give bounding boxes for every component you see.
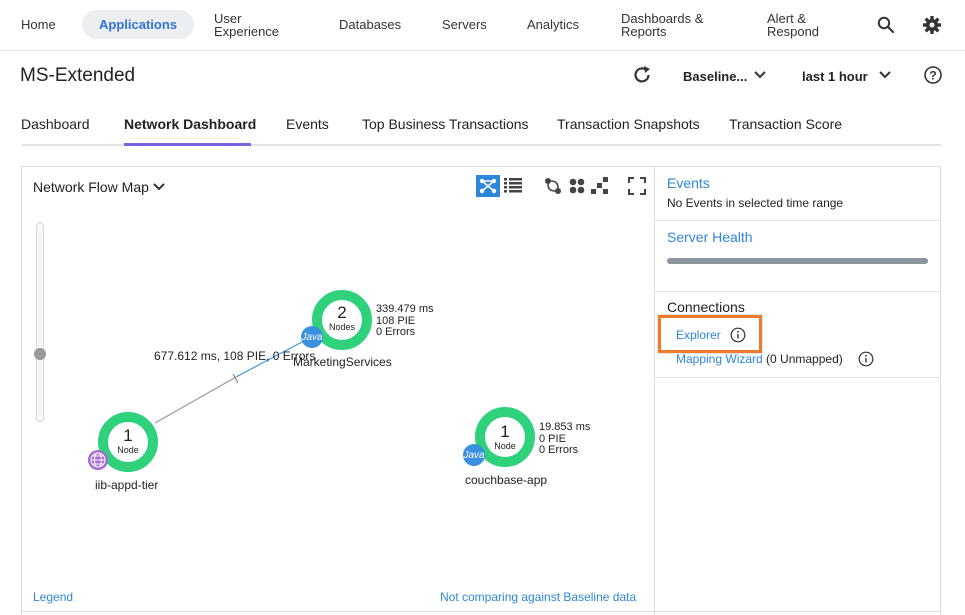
info-icon[interactable]: [730, 327, 746, 343]
java-badge-label: Java: [301, 332, 323, 343]
server-health-link[interactable]: Server Health: [667, 229, 753, 245]
connections-section: Connections Explorer Mapping Wizard (0 U…: [655, 292, 941, 378]
chevron-down-icon[interactable]: [753, 70, 767, 80]
top-navigation: Home Applications User Experience Databa…: [0, 0, 965, 51]
events-link[interactable]: Events: [667, 175, 710, 191]
tab-network-dashboard[interactable]: Network Dashboard: [124, 116, 256, 132]
mapping-wizard-row: Mapping Wizard (0 Unmapped): [676, 352, 843, 366]
svg-text:?: ?: [929, 69, 936, 83]
nav-home[interactable]: Home: [21, 18, 56, 31]
connections-title: Connections: [667, 299, 745, 315]
baseline-dropdown[interactable]: Baseline...: [683, 68, 747, 86]
refresh-icon[interactable]: [631, 64, 653, 86]
page-title: MS-Extended: [20, 65, 136, 86]
server-health-bar: [667, 258, 928, 264]
java-badge-label: Java: [463, 450, 485, 461]
help-icon[interactable]: ?: [923, 65, 943, 85]
active-tab-indicator: [124, 143, 251, 146]
node-name[interactable]: couchbase-app: [465, 473, 547, 487]
node-count: 2: [337, 303, 347, 322]
legend-link[interactable]: Legend: [33, 590, 73, 604]
nav-dashboards-reports[interactable]: Dashboards & Reports: [621, 12, 703, 38]
node-stat-response: 339.479 ms: [376, 303, 434, 315]
connection-line[interactable]: [154, 376, 237, 424]
node-unit: Node: [117, 445, 139, 455]
gear-icon[interactable]: [922, 15, 942, 35]
search-icon[interactable]: [877, 16, 895, 34]
panel-bottom-edge: [21, 611, 941, 615]
node-count: 1: [500, 422, 510, 441]
network-flow-map-panel: Network Flow Map 2 Nodes Java 339.479 ms…: [22, 167, 655, 615]
globe-icon: [88, 450, 108, 470]
app-title-bar: MS-Extended Baseline... last 1 hour ?: [0, 51, 965, 101]
nav-user-experience[interactable]: User Experience: [214, 12, 279, 38]
baseline-label: Baseline...: [683, 69, 748, 84]
tab-events[interactable]: Events: [286, 116, 329, 132]
node-stat-errors: 0 Errors: [376, 326, 416, 338]
flow-map-canvas: [88, 290, 535, 472]
baseline-comparison-link[interactable]: Not comparing against Baseline data: [440, 590, 636, 604]
server-health-section: Server Health: [655, 221, 941, 292]
right-sidebar: Events No Events in selected time range …: [655, 167, 941, 615]
chevron-down-icon[interactable]: [878, 70, 892, 80]
nav-alert-respond[interactable]: Alert & Respond: [767, 12, 819, 38]
unmapped-count: (0 Unmapped): [766, 352, 843, 366]
node-name[interactable]: iib-appd-tier: [95, 478, 158, 492]
time-range-label: last 1 hour: [802, 69, 868, 84]
connection-label[interactable]: 677.612 ms, 108 PIE, 0 Errors: [154, 349, 315, 363]
node-stat-errors: 0 Errors: [539, 444, 579, 456]
nav-user-experience-line2: Experience: [214, 24, 280, 39]
events-section: Events No Events in selected time range: [655, 167, 941, 221]
tab-top-business-transactions[interactable]: Top Business Transactions: [362, 116, 529, 132]
node-stats: 339.479 ms 108 PIE 0 Errors: [376, 303, 434, 339]
tab-dashboard[interactable]: Dashboard: [21, 116, 90, 132]
node-stat-response: 19.853 ms: [539, 421, 591, 433]
info-icon[interactable]: [858, 351, 874, 367]
events-text: No Events in selected time range: [667, 196, 844, 210]
nav-applications[interactable]: Applications: [82, 10, 195, 39]
server-health-bar-fill: [667, 258, 928, 264]
nav-databases[interactable]: Databases: [339, 18, 401, 31]
tab-transaction-score[interactable]: Transaction Score: [729, 116, 842, 132]
mapping-wizard-link[interactable]: Mapping Wizard: [676, 352, 763, 366]
time-range-dropdown[interactable]: last 1 hour: [802, 68, 868, 86]
nav-alert-line2: Respond: [767, 24, 820, 39]
tab-bar: Dashboard Network Dashboard Events Top B…: [0, 101, 965, 146]
node-unit: Node: [494, 441, 516, 451]
node-unit: Nodes: [328, 322, 355, 332]
nav-analytics[interactable]: Analytics: [527, 18, 579, 31]
node-count: 1: [123, 426, 133, 445]
nav-dashboards-line2: Reports: [621, 24, 667, 39]
explorer-link[interactable]: Explorer: [676, 328, 721, 342]
node-stats: 19.853 ms 0 PIE 0 Errors: [539, 421, 591, 457]
nav-servers[interactable]: Servers: [442, 18, 487, 31]
tab-transaction-snapshots[interactable]: Transaction Snapshots: [557, 116, 700, 132]
dashboard-panel: Network Flow Map 2 Nodes Java 339.479 ms…: [21, 166, 941, 615]
